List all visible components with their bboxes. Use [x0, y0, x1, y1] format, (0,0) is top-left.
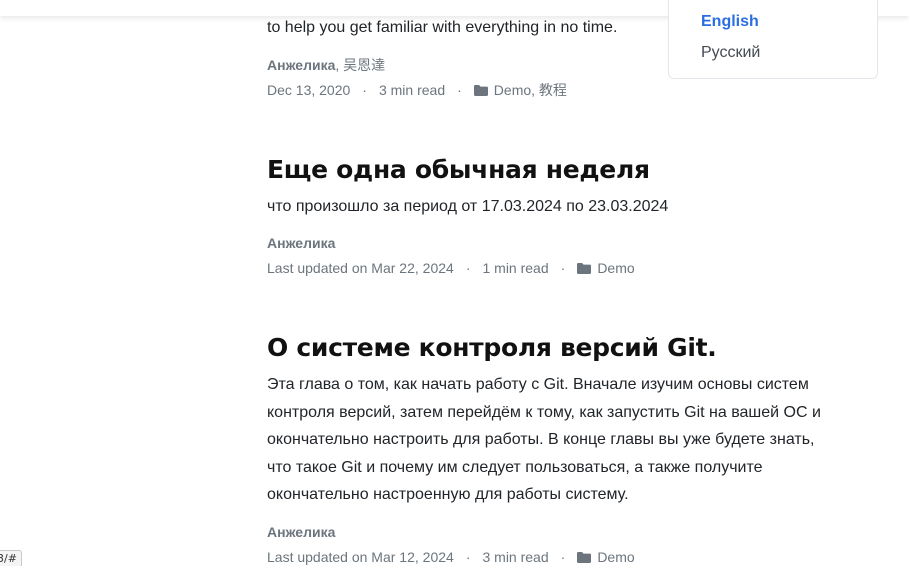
summary-line: окончательно настроенную для работы сист…	[267, 486, 629, 504]
meta-separator: ·	[362, 82, 367, 98]
post-meta: Last updated on Mar 12, 2024 · 3 min rea…	[267, 548, 635, 566]
post-authors: Анжелика	[267, 234, 335, 252]
author-link[interactable]: Анжелика	[267, 524, 335, 540]
category-link[interactable]: Demo	[597, 259, 634, 277]
read-time: 3 min read	[482, 549, 549, 565]
summary-line: Эта глава о том, как начать работу с Git…	[267, 376, 809, 393]
read-time: 3 min read	[378, 82, 446, 98]
summary-line: окончательно настроить для работы. В кон…	[267, 431, 815, 449]
post-date: Last updated on Mar 22, 2024	[267, 260, 454, 276]
post-date: Dec 13, 2020	[267, 82, 351, 98]
summary-line: что такое Git и почему им следует пользо…	[267, 458, 763, 476]
meta-separator: ·	[465, 549, 471, 565]
post-date: Last updated on Mar 12, 2024	[267, 549, 454, 565]
post-summary: to help you get familiar with everything…	[267, 19, 618, 36]
category-link[interactable]: Demo	[597, 548, 634, 566]
folder-icon	[577, 262, 592, 274]
post-authors: Анжелика	[267, 523, 335, 541]
author-link[interactable]: , 吴恩達	[335, 57, 385, 73]
category-link[interactable]: Demo, 教程	[494, 81, 567, 99]
folder-icon	[577, 551, 592, 563]
post-summary: Эта глава о том, как начать работу с Git…	[267, 371, 867, 509]
meta-separator: ·	[560, 549, 566, 565]
author-link[interactable]: Анжелика	[267, 235, 335, 251]
post-meta: Last updated on Mar 22, 2024 · 1 min rea…	[267, 259, 635, 277]
meta-separator: ·	[457, 82, 462, 98]
meta-separator: ·	[560, 260, 566, 276]
author-link[interactable]: Анжелика	[267, 57, 335, 73]
post-authors: Анжелика, 吴恩達	[267, 56, 385, 74]
folder-icon	[473, 84, 488, 96]
post-title[interactable]: Еще одна обычная неделя	[267, 155, 650, 185]
post-title[interactable]: О системе контроля версий Git.	[267, 333, 717, 363]
meta-separator: ·	[465, 260, 471, 276]
language-option-russian[interactable]: Русский	[701, 43, 760, 63]
language-dropdown-menu: English Русский	[668, 0, 878, 79]
status-bar-url: 3/#	[0, 550, 22, 566]
post-meta: Dec 13, 2020 · 3 min read · Demo, 教程	[267, 81, 567, 99]
summary-line: контроля версий, затем перейдём к тому, …	[267, 403, 821, 421]
post-summary: что произошло за период от 17.03.2024 по…	[267, 198, 669, 215]
read-time: 1 min read	[482, 260, 549, 276]
language-option-english[interactable]: English	[701, 12, 759, 32]
